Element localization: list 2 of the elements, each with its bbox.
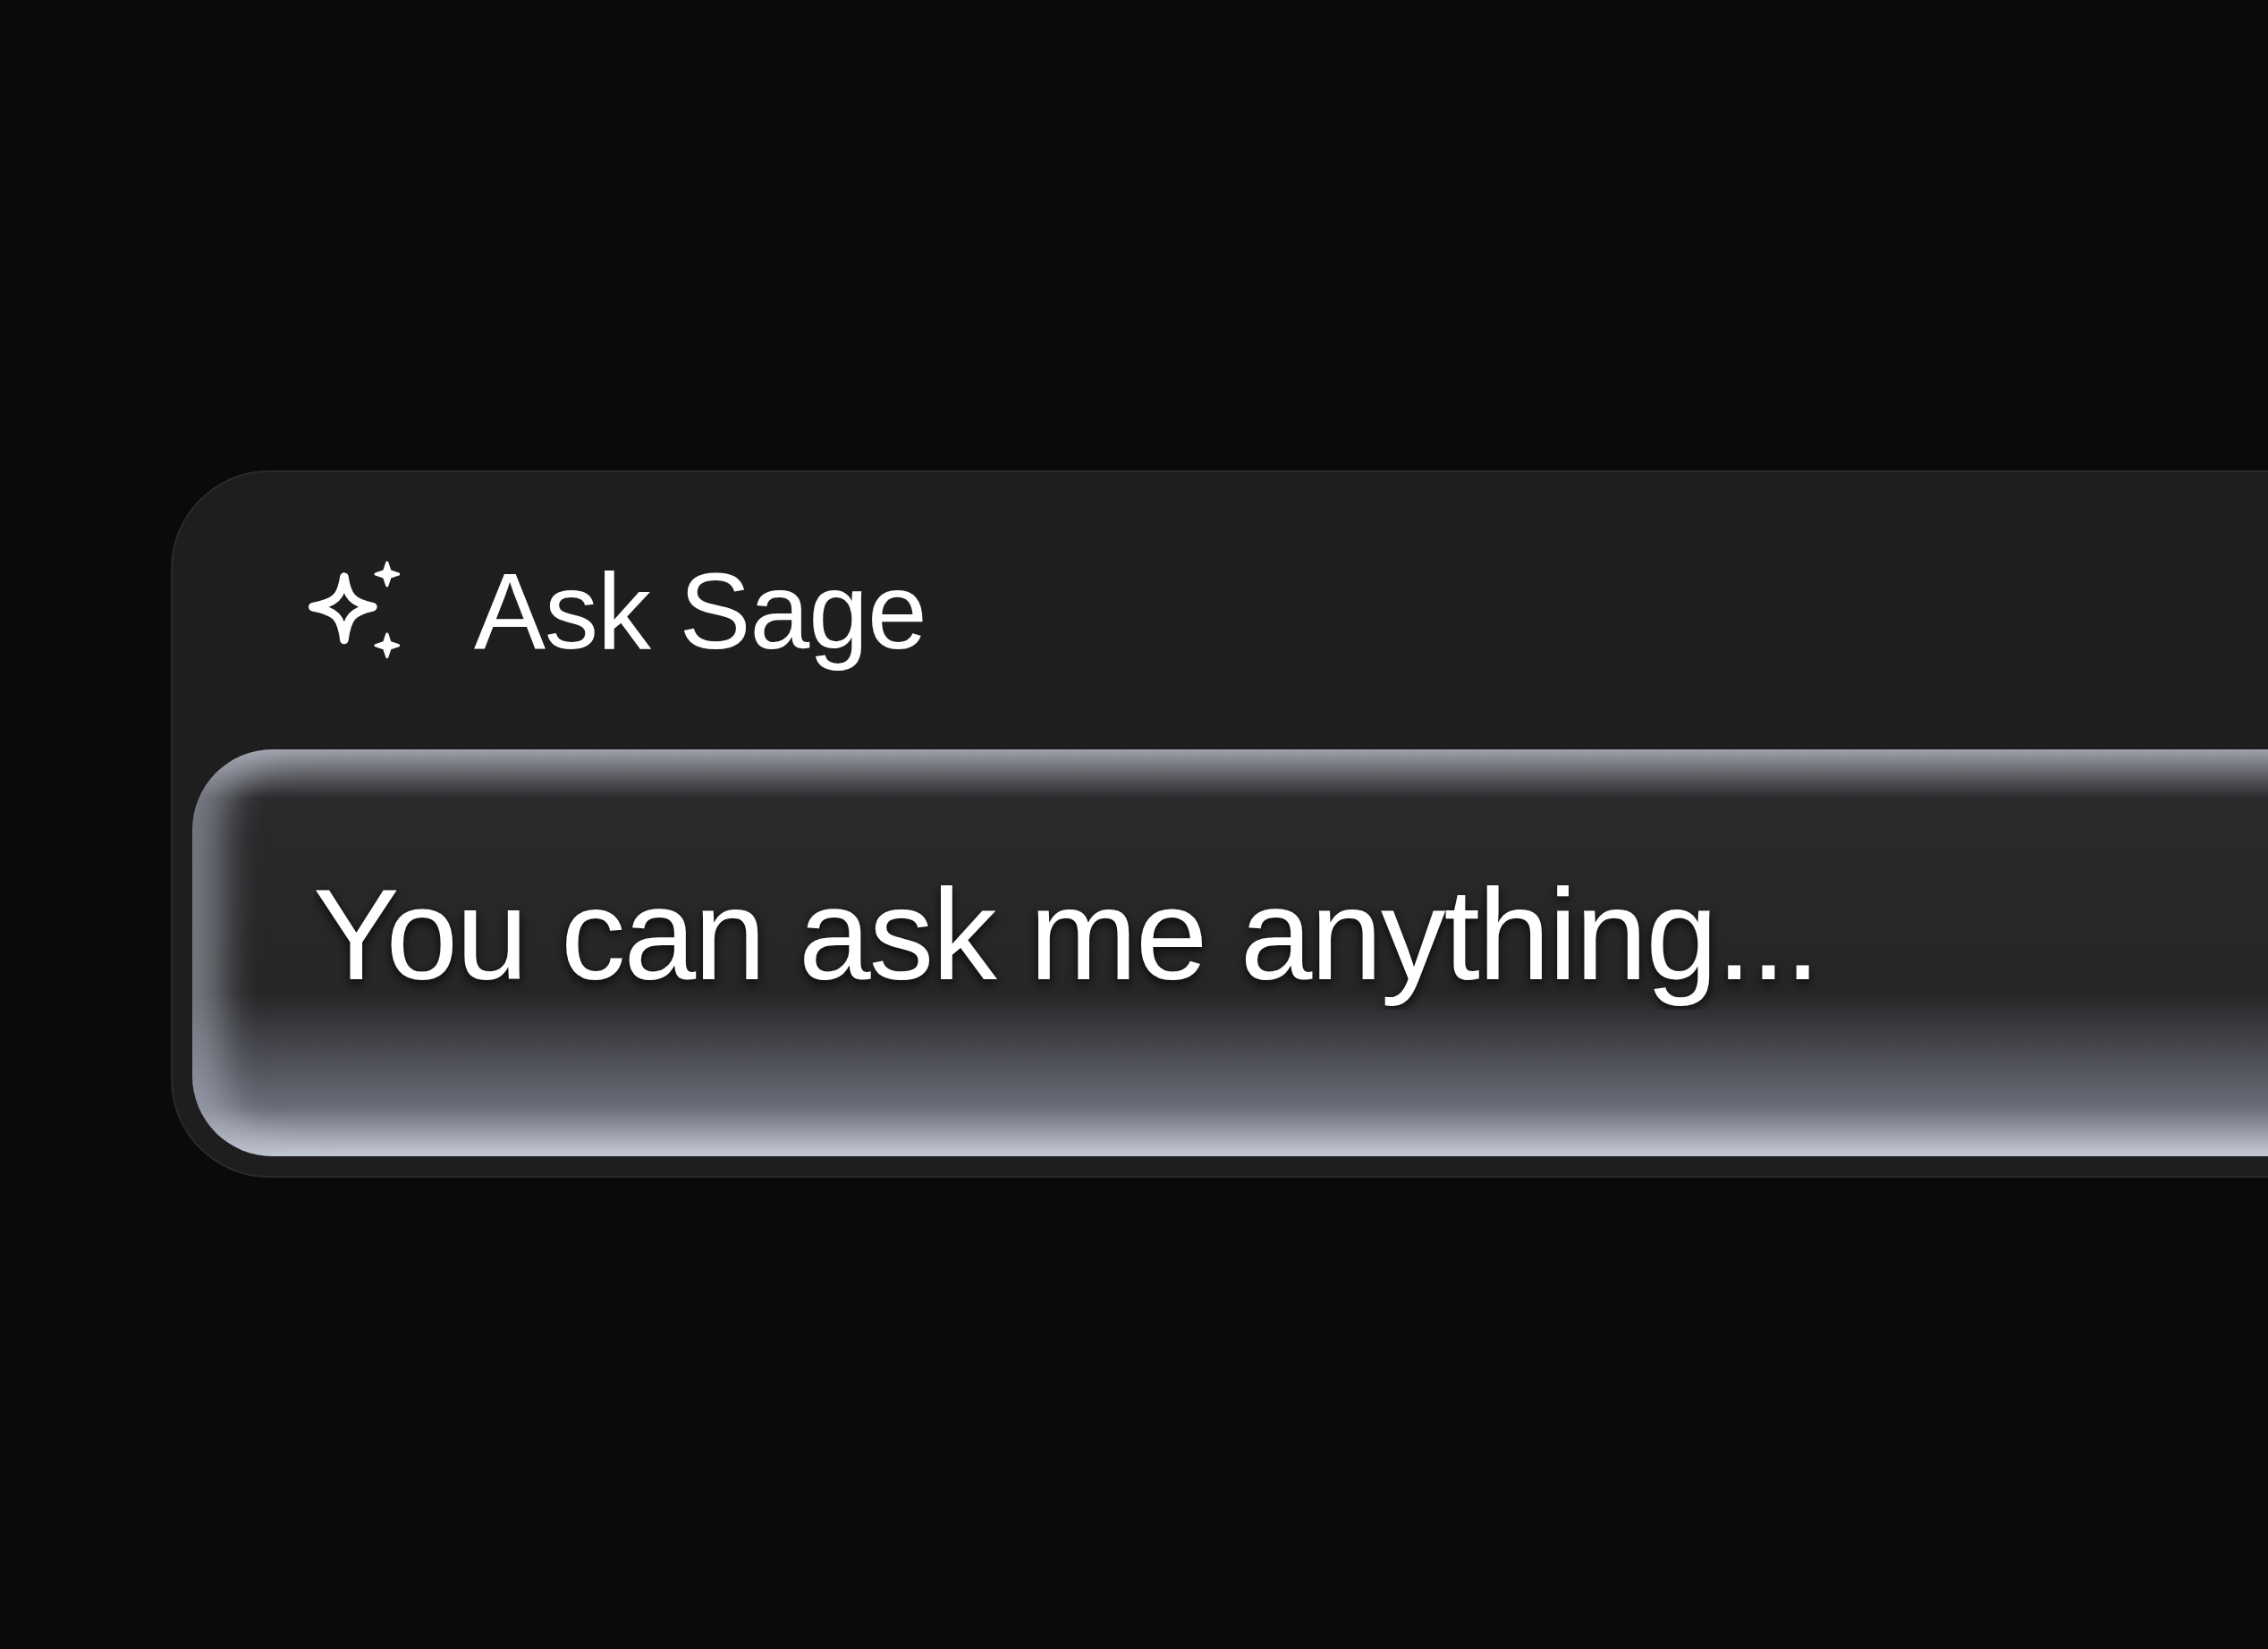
panel-title: Ask Sage <box>474 550 927 672</box>
prompt-field[interactable]: You can ask me anything... <box>192 749 2268 1156</box>
